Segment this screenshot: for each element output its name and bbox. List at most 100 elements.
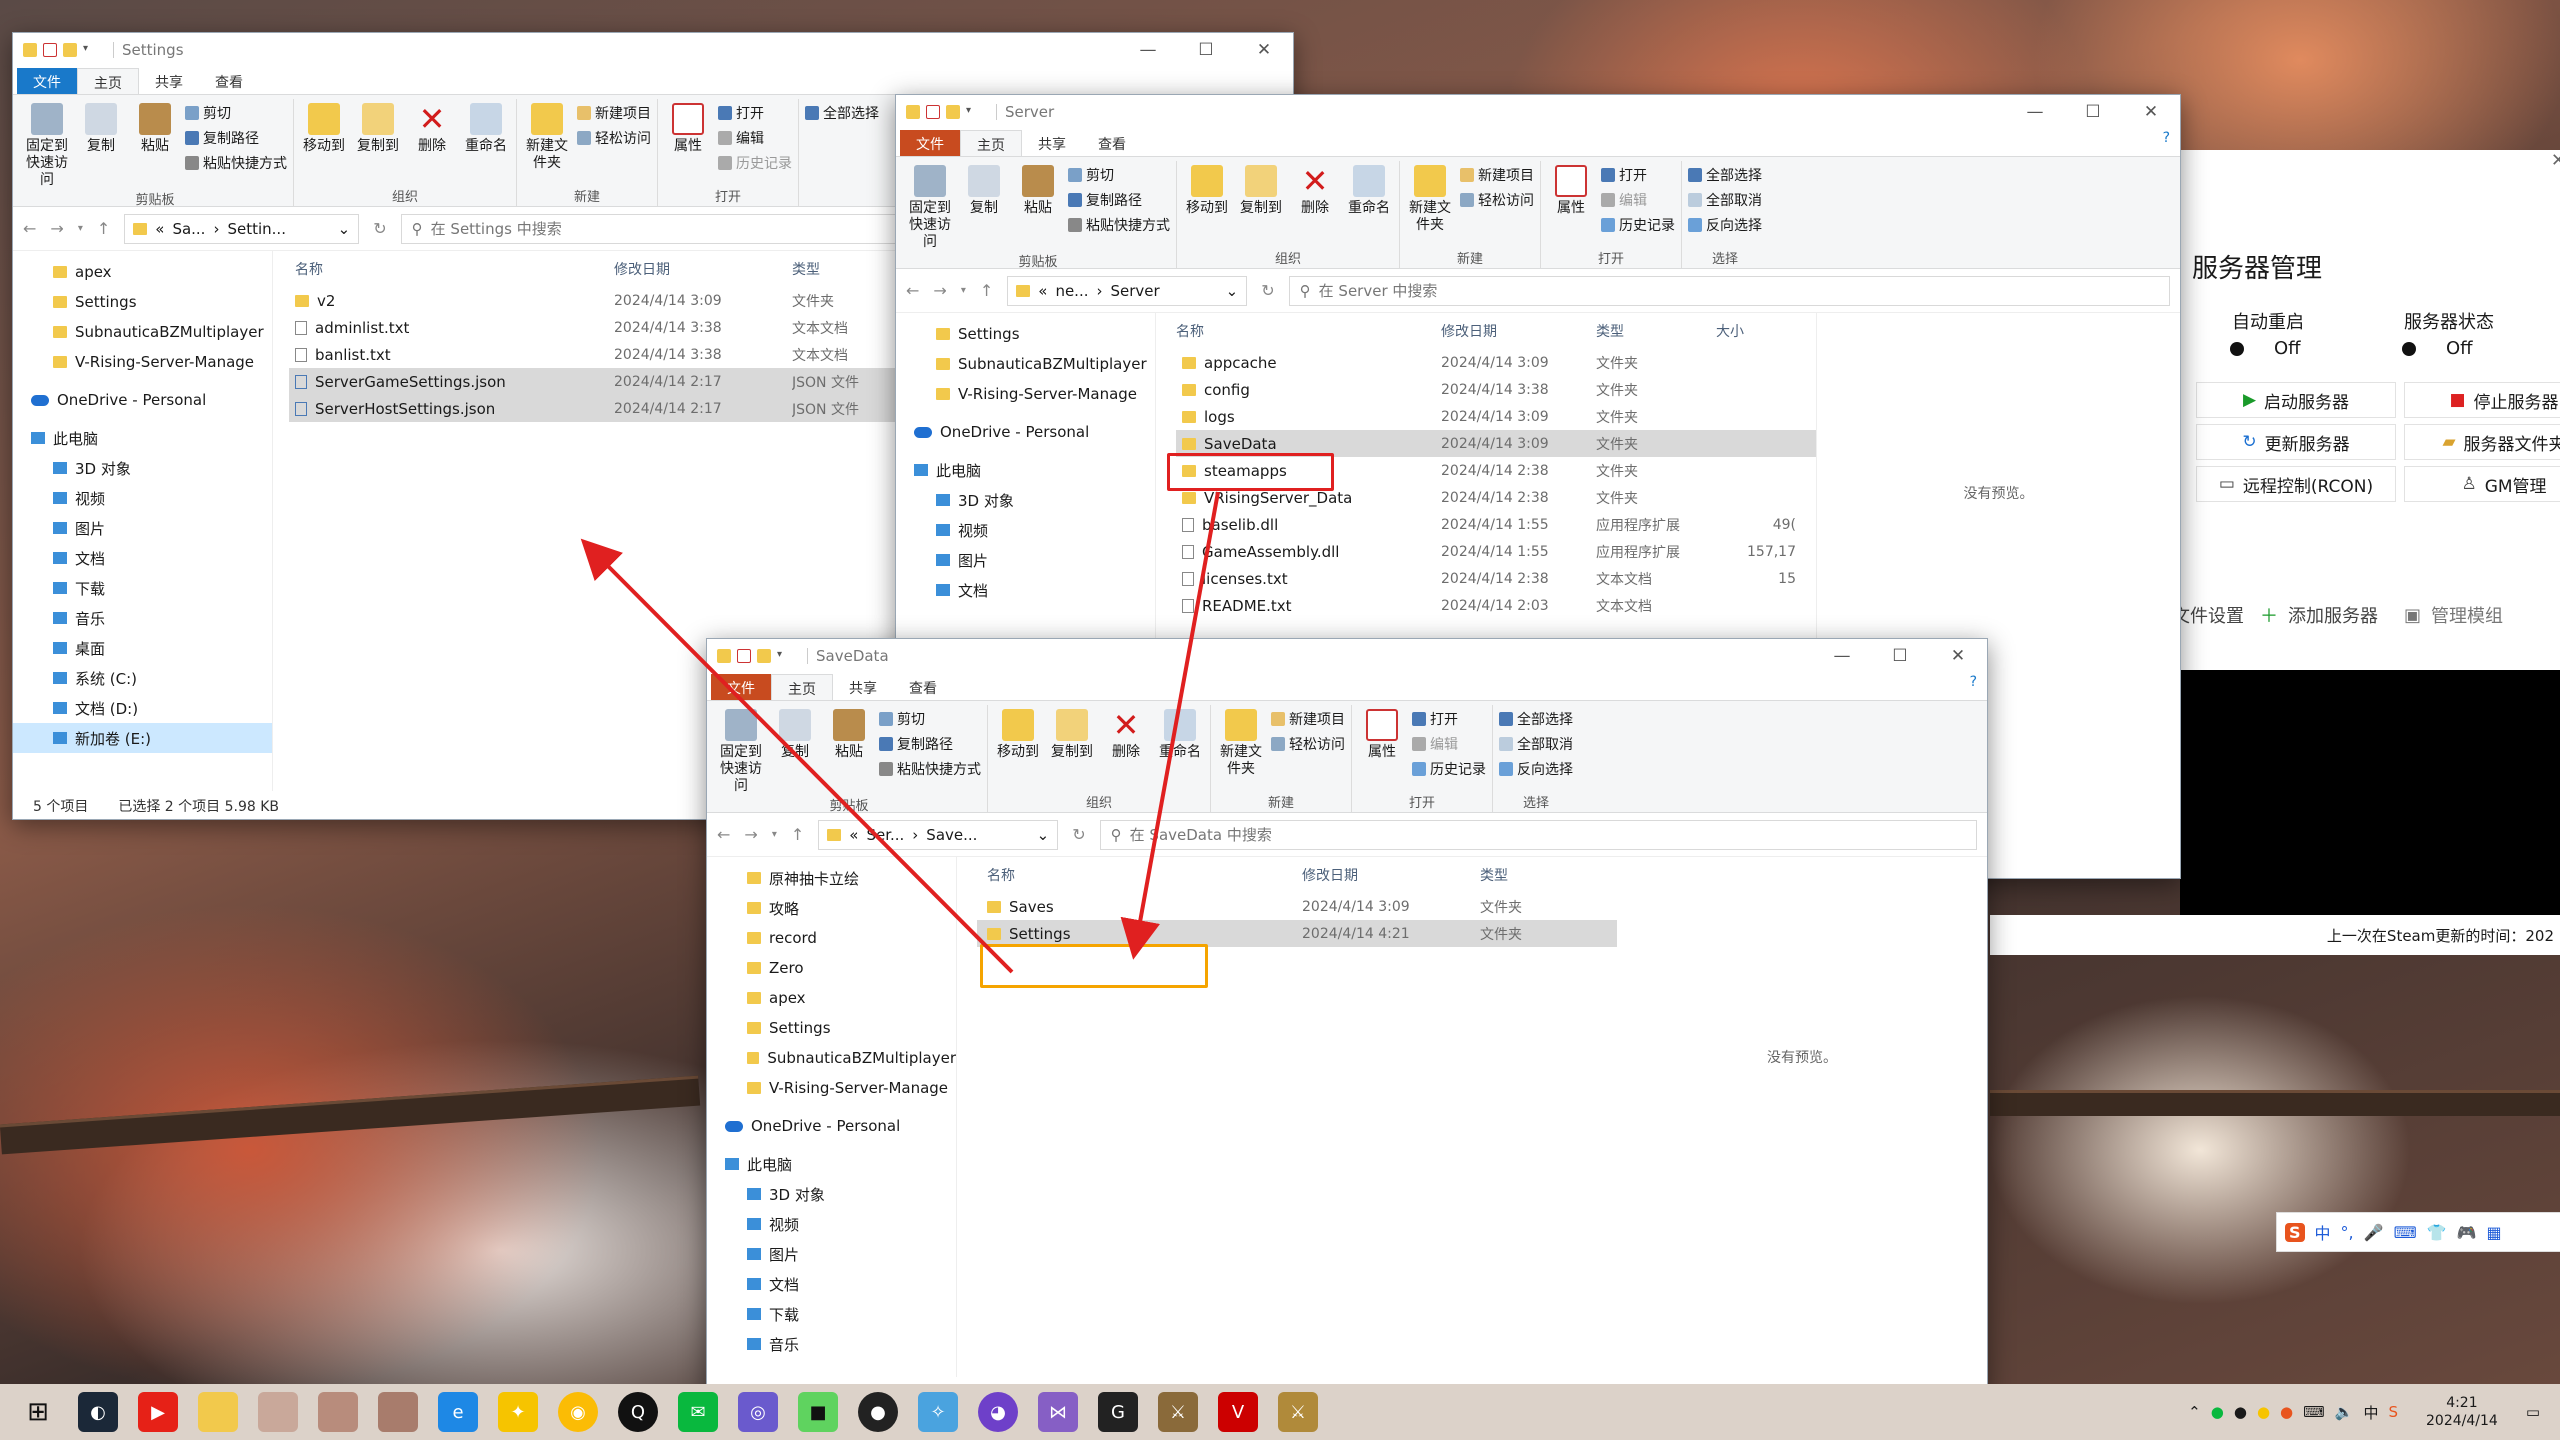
nav-item[interactable]: 视频 (13, 483, 272, 513)
nav-item[interactable]: 系统 (C:) (13, 663, 272, 693)
up-arrow-icon[interactable]: ↑ (791, 825, 804, 844)
nav-item[interactable]: SubnauticaBZMultiplayer (13, 317, 272, 347)
app-icon[interactable]: G (1098, 1392, 1138, 1432)
nav-item[interactable]: Settings (13, 287, 272, 317)
path-crumb-1[interactable]: Ser... (866, 826, 904, 844)
ime-toolbar[interactable]: S 中 °, 🎤 ⌨ 👕 🎮 ▦ (2276, 1212, 2560, 1252)
nav-item[interactable]: Settings (896, 319, 1155, 349)
path-crumb-1[interactable]: ne... (1055, 282, 1088, 300)
pin-quick-access-button[interactable]: 固定到快速访问 (906, 161, 954, 251)
nav-item[interactable]: 文档 (896, 575, 1155, 605)
path-crumb-0[interactable]: « (1038, 282, 1047, 300)
path-box[interactable]: « Ser... › Save... ⌄ (818, 819, 1059, 850)
easy-access-button[interactable]: 轻松访问 (577, 128, 651, 148)
paste-shortcut-button[interactable]: 粘贴快捷方式 (185, 153, 287, 173)
network-icon[interactable]: ⌨ (2303, 1403, 2325, 1421)
tab-file[interactable]: 文件 (17, 68, 77, 94)
easy-access-button[interactable]: 轻松访问 (1460, 190, 1534, 210)
file-row[interactable]: README.txt 2024/4/14 2:03 文本文档 (1176, 592, 1816, 619)
nav-item[interactable]: 文档 (13, 543, 272, 573)
path-crumb-0[interactable]: « (849, 826, 858, 844)
visual-studio-icon[interactable]: ⋈ (1038, 1392, 1078, 1432)
properties-button[interactable]: 属性 (1358, 705, 1406, 792)
column-type[interactable]: 类型 (1596, 321, 1716, 341)
start-server-button[interactable]: ▶ 启动服务器 (2196, 382, 2396, 418)
chrome-icon[interactable]: ◉ (558, 1392, 598, 1432)
path-crumb-0[interactable]: « (155, 220, 164, 238)
app-icon[interactable]: ✧ (918, 1392, 958, 1432)
speaker-icon[interactable]: 🔈 (2335, 1403, 2354, 1421)
invert-selection-button[interactable]: 反向选择 (1688, 215, 1762, 235)
help-icon[interactable]: ? (2153, 130, 2180, 156)
path-crumb-2[interactable]: Settin... (227, 220, 286, 238)
delete-button[interactable]: ✕ 删除 (1291, 161, 1339, 248)
file-row[interactable]: licenses.txt 2024/4/14 2:38 文本文档 15 (1176, 565, 1816, 592)
recent-dropdown-icon[interactable]: ▾ (78, 223, 83, 234)
copy-to-button[interactable]: 复制到 (1237, 161, 1285, 248)
tray-app-icon[interactable]: ● (2211, 1403, 2224, 1421)
nav-item[interactable]: apex (707, 983, 956, 1013)
path-box[interactable]: « Sa... › Settin... ⌄ (124, 213, 360, 244)
rename-button[interactable]: 重命名 (1345, 161, 1393, 248)
nav-item[interactable]: 音乐 (707, 1329, 956, 1359)
file-explorer-icon[interactable] (198, 1392, 238, 1432)
refresh-icon[interactable]: ↻ (373, 219, 386, 238)
server-status-toggle[interactable]: Off (2402, 338, 2473, 359)
nav-item[interactable]: 图片 (13, 513, 272, 543)
windows-start-icon[interactable]: ⊞ (18, 1392, 58, 1432)
dropdown-icon[interactable]: ▾ (777, 649, 791, 663)
nav-item[interactable]: SubnauticaBZMultiplayer (896, 349, 1155, 379)
move-to-button[interactable]: 移动到 (1183, 161, 1231, 248)
edit-button[interactable]: 编辑 (1412, 734, 1486, 754)
steam-icon[interactable]: ◐ (78, 1392, 118, 1432)
nav-item[interactable]: Settings (707, 1013, 956, 1043)
nav-item[interactable]: 图片 (707, 1239, 956, 1269)
chevron-down-icon[interactable]: ⌄ (1037, 826, 1050, 844)
properties-check-icon[interactable] (737, 649, 751, 663)
copy-button[interactable]: 复制 (77, 99, 125, 189)
delete-button[interactable]: ✕ 删除 (1102, 705, 1150, 792)
close-button[interactable]: ✕ (1929, 639, 1987, 673)
file-row[interactable]: config 2024/4/14 3:38 文件夹 (1176, 376, 1816, 403)
sogou-tray-icon[interactable]: S (2388, 1403, 2398, 1421)
delete-button[interactable]: ✕ 删除 (408, 99, 456, 186)
ime-indicator[interactable]: 中 (2363, 1402, 2378, 1423)
maximize-button[interactable]: ☐ (1871, 639, 1929, 673)
history-button[interactable]: 历史记录 (718, 153, 792, 173)
new-folder-icon[interactable] (946, 105, 960, 119)
column-name[interactable]: 名称 (977, 865, 1302, 885)
new-item-button[interactable]: 新建项目 (1271, 709, 1345, 729)
copy-path-button[interactable]: 复制路径 (879, 734, 981, 754)
properties-check-icon[interactable] (43, 43, 57, 57)
app-icon[interactable]: V (1218, 1392, 1258, 1432)
easy-access-button[interactable]: 轻松访问 (1271, 734, 1345, 754)
pin-quick-access-button[interactable]: 固定到快速访问 (23, 99, 71, 189)
github-icon[interactable]: ◕ (978, 1392, 1018, 1432)
app-icon[interactable]: ◎ (738, 1392, 778, 1432)
file-row[interactable]: baselib.dll 2024/4/14 1:55 应用程序扩展 49( (1176, 511, 1816, 538)
column-name[interactable]: 名称 (289, 259, 614, 279)
obs-icon[interactable]: ● (858, 1392, 898, 1432)
rename-button[interactable]: 重命名 (462, 99, 510, 186)
paste-button[interactable]: 粘贴 (131, 99, 179, 189)
up-arrow-icon[interactable]: ↑ (97, 219, 110, 238)
manage-mods-button[interactable]: ▣ 管理模组 (2404, 602, 2503, 628)
copy-button[interactable]: 复制 (960, 161, 1008, 251)
path-crumb-2[interactable]: Server (1110, 282, 1159, 300)
close-button[interactable]: ✕ (2122, 95, 2180, 129)
column-date[interactable]: 修改日期 (1302, 865, 1480, 885)
nav-onedrive[interactable]: OneDrive - Personal (707, 1111, 956, 1141)
tab-home[interactable]: 主页 (771, 674, 833, 700)
nav-item[interactable]: SubnauticaBZMultiplayer (707, 1043, 956, 1073)
paste-shortcut-button[interactable]: 粘贴快捷方式 (879, 759, 981, 779)
maximize-button[interactable]: ☐ (1177, 33, 1235, 67)
maximize-button[interactable]: ☐ (2064, 95, 2122, 129)
nav-item[interactable]: 3D 对象 (13, 453, 272, 483)
move-to-button[interactable]: 移动到 (994, 705, 1042, 792)
tab-file[interactable]: 文件 (711, 674, 771, 700)
new-folder-button[interactable]: 新建文件夹 (1406, 161, 1454, 248)
auto-restart-toggle[interactable]: Off (2230, 338, 2301, 359)
nav-item[interactable]: 音乐 (13, 603, 272, 633)
path-crumb-1[interactable]: Sa... (172, 220, 205, 238)
edge-icon[interactable]: e (438, 1392, 478, 1432)
